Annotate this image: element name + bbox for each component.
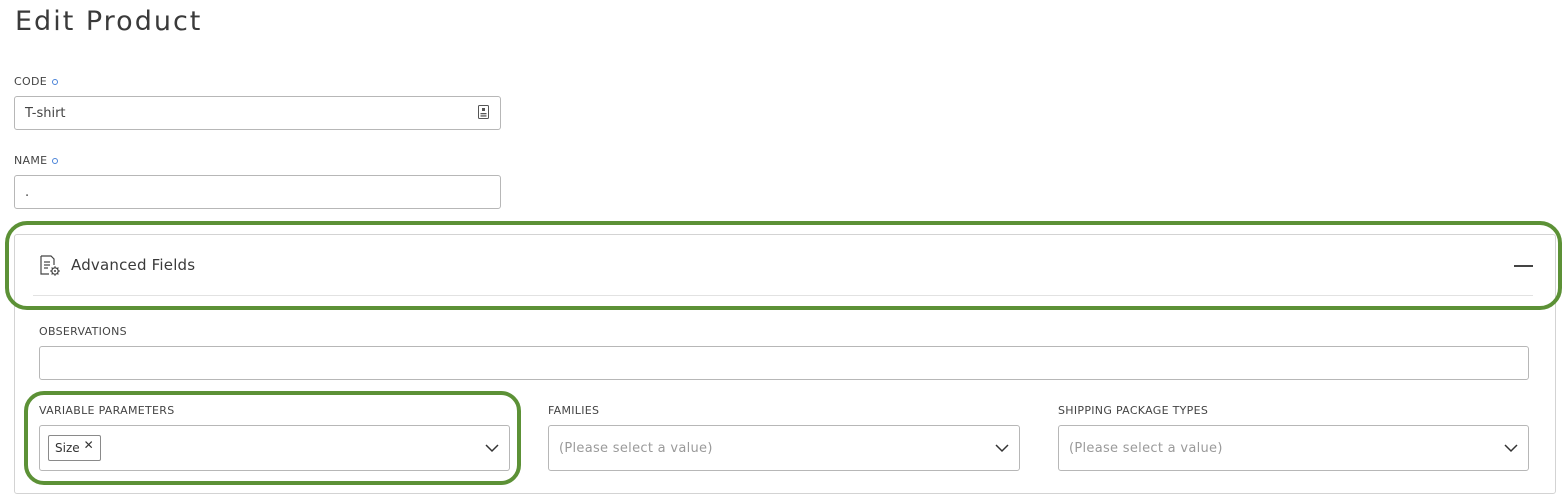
advanced-fields-title: Advanced Fields [71,256,196,274]
code-input[interactable]: T-shirt [14,96,501,130]
families-select[interactable]: (Please select a value) [548,425,1020,471]
code-value: T-shirt [25,105,66,121]
chevron-down-icon[interactable] [1504,444,1518,453]
name-label: NAME [14,154,59,167]
families-label-text: FAMILIES [548,404,600,417]
panel-divider [33,295,1533,296]
name-label-text: NAME [14,154,48,167]
required-indicator [51,78,58,85]
observations-label: OBSERVATIONS [39,325,127,338]
code-label: CODE [14,75,58,88]
id-card-icon[interactable] [478,105,489,119]
document-settings-icon [40,255,60,276]
families-placeholder: (Please select a value) [559,440,713,456]
name-input[interactable]: . [14,175,501,209]
code-label-text: CODE [14,75,47,88]
chip-size: Size ✕ [48,435,101,461]
families-label: FAMILIES [548,404,599,417]
shipping-package-types-label: SHIPPING PACKAGE TYPES [1058,404,1208,417]
shipping-package-types-placeholder: (Please select a value) [1069,440,1223,456]
chevron-down-icon[interactable] [995,444,1009,453]
shipping-package-types-label-text: SHIPPING PACKAGE TYPES [1058,404,1209,417]
observations-input[interactable] [39,346,1529,380]
chip-label: Size [55,441,80,455]
chevron-down-icon[interactable] [485,444,499,453]
minus-icon[interactable] [1514,265,1533,267]
name-value: . [25,184,30,200]
variable-parameters-label-text: VARIABLE PARAMETERS [39,404,175,417]
variable-parameters-select[interactable]: Size ✕ [39,425,510,471]
advanced-fields-header[interactable]: Advanced Fields [15,235,1555,295]
variable-parameters-label: VARIABLE PARAMETERS [39,404,175,417]
close-icon[interactable]: ✕ [84,438,94,452]
page-title: Edit Product [15,6,203,37]
observations-label-text: OBSERVATIONS [39,325,127,338]
required-indicator [52,157,59,164]
shipping-package-types-select[interactable]: (Please select a value) [1058,425,1529,471]
